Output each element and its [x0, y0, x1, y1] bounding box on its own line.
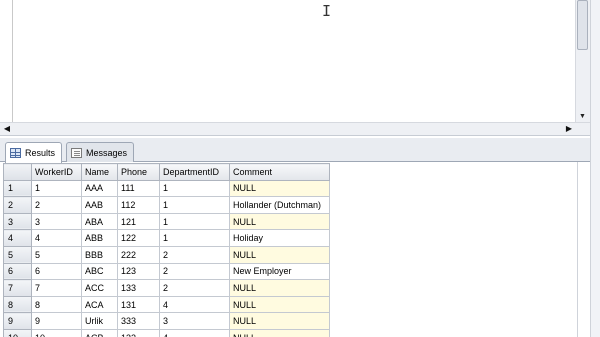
- tab-results-label: Results: [24, 148, 55, 158]
- editor-vertical-scroll-thumb[interactable]: [577, 0, 588, 50]
- cell-comment[interactable]: NULL: [229, 328, 330, 337]
- cell-comment[interactable]: NULL: [229, 245, 330, 264]
- cell-name[interactable]: AAA: [81, 179, 118, 198]
- cell-phone[interactable]: 123: [117, 262, 160, 281]
- table-row[interactable]: 8 8 ACA 131 4 NULL: [3, 295, 330, 314]
- results-pane-divider: [577, 162, 578, 337]
- right-side-panel-edge: [590, 0, 600, 337]
- cell-comment[interactable]: New Employer: [229, 262, 330, 281]
- row-number-cell[interactable]: 3: [3, 212, 32, 231]
- cell-workerid[interactable]: 7: [31, 279, 82, 297]
- cell-comment[interactable]: Hollander (Dutchman): [229, 196, 330, 214]
- cell-phone[interactable]: 111: [117, 179, 160, 198]
- cell-comment[interactable]: Holiday: [229, 229, 330, 247]
- row-number-cell[interactable]: 6: [3, 262, 32, 281]
- cell-phone[interactable]: 112: [117, 196, 160, 214]
- text-cursor-icon: I: [322, 2, 332, 20]
- column-header-departmentid[interactable]: DepartmentID: [159, 163, 230, 181]
- cell-departmentid[interactable]: 4: [159, 328, 230, 337]
- cell-workerid[interactable]: 1: [31, 179, 82, 198]
- grid-header-row: WorkerID Name Phone DepartmentID Comment: [3, 163, 330, 181]
- row-number-cell[interactable]: 8: [3, 295, 32, 314]
- table-row[interactable]: 5 5 BBB 222 2 NULL: [3, 245, 330, 264]
- editor-horizontal-scrollbar[interactable]: [0, 122, 590, 136]
- column-header-workerid[interactable]: WorkerID: [31, 163, 82, 181]
- cell-phone[interactable]: 132: [117, 328, 160, 337]
- cell-name[interactable]: ACA: [81, 295, 118, 314]
- cell-name[interactable]: ABB: [81, 229, 118, 247]
- cell-phone[interactable]: 131: [117, 295, 160, 314]
- table-row[interactable]: 6 6 ABC 123 2 New Employer: [3, 262, 330, 281]
- table-row[interactable]: 9 9 Urlik 333 3 NULL: [3, 312, 330, 330]
- row-number-cell[interactable]: 7: [3, 279, 32, 297]
- tab-messages[interactable]: Messages: [66, 142, 134, 162]
- cell-comment[interactable]: NULL: [229, 295, 330, 314]
- scroll-down-arrow-icon[interactable]: ▼: [576, 112, 589, 122]
- cell-phone[interactable]: 222: [117, 245, 160, 264]
- results-grid[interactable]: WorkerID Name Phone DepartmentID Comment…: [3, 163, 330, 337]
- grid-corner-cell[interactable]: [3, 163, 32, 181]
- cell-name[interactable]: BBB: [81, 245, 118, 264]
- cell-departmentid[interactable]: 3: [159, 312, 230, 330]
- row-number-cell[interactable]: 9: [3, 312, 32, 330]
- cell-phone[interactable]: 122: [117, 229, 160, 247]
- query-editor[interactable]: [0, 0, 600, 138]
- row-number-cell[interactable]: 1: [3, 179, 32, 198]
- cell-comment[interactable]: NULL: [229, 279, 330, 297]
- cell-departmentid[interactable]: 4: [159, 295, 230, 314]
- table-row[interactable]: 3 3 ABA 121 1 NULL: [3, 212, 330, 231]
- cell-departmentid[interactable]: 2: [159, 262, 230, 281]
- row-number-cell[interactable]: 5: [3, 245, 32, 264]
- tab-messages-label: Messages: [85, 147, 127, 158]
- scroll-right-arrow-icon[interactable]: ▶: [563, 122, 575, 136]
- table-row[interactable]: 7 7 ACC 133 2 NULL: [3, 279, 330, 297]
- messages-icon: [71, 147, 82, 158]
- cell-departmentid[interactable]: 1: [159, 229, 230, 247]
- cell-departmentid[interactable]: 1: [159, 196, 230, 214]
- column-header-comment[interactable]: Comment: [229, 163, 330, 181]
- cell-name[interactable]: AAB: [81, 196, 118, 214]
- cell-workerid[interactable]: 6: [31, 262, 82, 281]
- cell-phone[interactable]: 333: [117, 312, 160, 330]
- cell-name[interactable]: ABC: [81, 262, 118, 281]
- cell-comment[interactable]: NULL: [229, 212, 330, 231]
- cell-phone[interactable]: 121: [117, 212, 160, 231]
- grid-icon: [10, 148, 21, 158]
- column-header-phone[interactable]: Phone: [117, 163, 160, 181]
- cell-comment[interactable]: NULL: [229, 312, 330, 330]
- row-number-cell[interactable]: 4: [3, 229, 32, 247]
- cell-comment[interactable]: NULL: [229, 179, 330, 198]
- table-row[interactable]: 2 2 AAB 112 1 Hollander (Dutchman): [3, 196, 330, 214]
- column-header-name[interactable]: Name: [81, 163, 118, 181]
- tab-results[interactable]: Results: [5, 142, 62, 163]
- cell-workerid[interactable]: 8: [31, 295, 82, 314]
- scroll-left-arrow-icon[interactable]: ◀: [1, 122, 13, 136]
- cell-workerid[interactable]: 9: [31, 312, 82, 330]
- cell-departmentid[interactable]: 1: [159, 179, 230, 198]
- cell-workerid[interactable]: 5: [31, 245, 82, 264]
- cell-workerid[interactable]: 3: [31, 212, 82, 231]
- cell-workerid[interactable]: 10: [31, 328, 82, 337]
- cell-phone[interactable]: 133: [117, 279, 160, 297]
- row-number-cell[interactable]: 10: [3, 328, 32, 337]
- cell-departmentid[interactable]: 2: [159, 245, 230, 264]
- row-number-cell[interactable]: 2: [3, 196, 32, 214]
- cell-name[interactable]: ACC: [81, 279, 118, 297]
- cell-name[interactable]: ACB: [81, 328, 118, 337]
- table-row[interactable]: 4 4 ABB 122 1 Holiday: [3, 229, 330, 247]
- table-row[interactable]: 1010ACB1324NULL: [3, 328, 330, 337]
- cell-departmentid[interactable]: 1: [159, 212, 230, 231]
- cell-workerid[interactable]: 2: [31, 196, 82, 214]
- cell-name[interactable]: ABA: [81, 212, 118, 231]
- editor-margin-line: [12, 0, 13, 122]
- cell-departmentid[interactable]: 2: [159, 279, 230, 297]
- cell-workerid[interactable]: 4: [31, 229, 82, 247]
- grid-body: 1 1 AAA 111 1 NULL 2 2 AAB 112 1 Hollander (Dutchma…: [3, 179, 330, 337]
- table-row[interactable]: 1 1 AAA 111 1 NULL: [3, 179, 330, 198]
- cell-name[interactable]: Urlik: [81, 312, 118, 330]
